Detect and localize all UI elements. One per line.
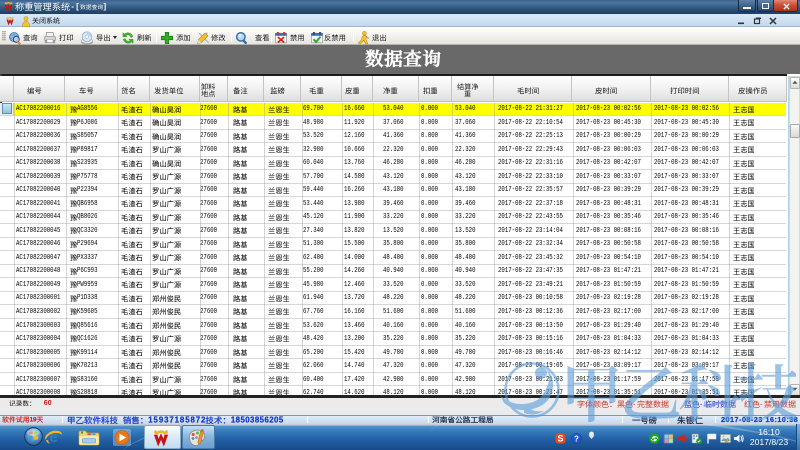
svg-text:15937185872: 15937185872	[148, 416, 206, 425]
svg-text:?: ?	[574, 434, 579, 443]
svg-text:S: S	[557, 434, 563, 444]
svg-text:18503856205: 18503856205	[231, 416, 283, 425]
svg-text:!: !	[726, 439, 727, 443]
svg-text:19: 19	[30, 417, 37, 424]
